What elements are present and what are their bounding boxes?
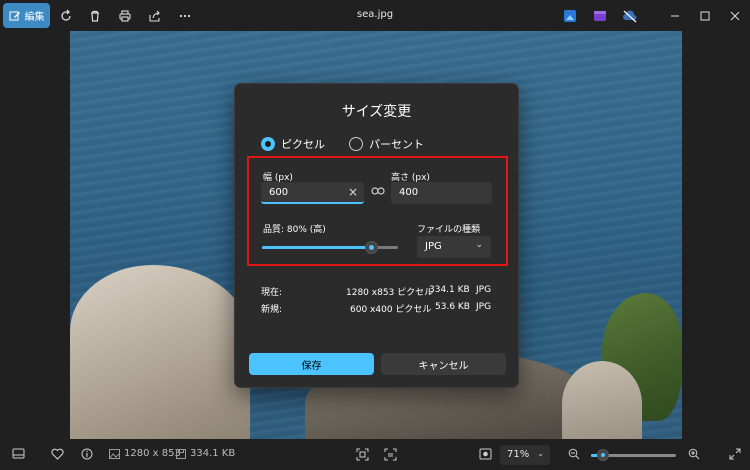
radio-selected-icon — [261, 137, 275, 151]
edit-icon — [9, 11, 20, 20]
screenshot-icon[interactable] — [479, 448, 492, 460]
current-info-row: 現在: 1280 x853 ピクセル 334.1 KB JPG — [261, 285, 493, 299]
zoom-slider-thumb[interactable] — [597, 449, 609, 461]
current-size: 334.1 KB — [429, 285, 470, 295]
new-size: 53.6 KB — [435, 302, 470, 312]
info-icon[interactable] — [81, 448, 93, 460]
delete-icon[interactable] — [86, 7, 104, 25]
new-type: JPG — [476, 302, 492, 312]
share-icon[interactable] — [146, 7, 164, 25]
dialog-title: サイズ変更 — [341, 104, 412, 120]
rotate-icon[interactable] — [57, 7, 75, 25]
width-value: 600 — [269, 187, 289, 198]
save-disk-icon — [176, 448, 186, 459]
new-label: 新規: — [261, 305, 283, 315]
zoom-value: 71% — [507, 449, 530, 460]
close-icon[interactable] — [725, 6, 745, 26]
width-input[interactable]: 600 × — [261, 182, 364, 204]
zoom-in-icon[interactable] — [688, 448, 700, 460]
clear-icon[interactable]: × — [348, 185, 358, 199]
minimize-icon[interactable] — [665, 6, 685, 26]
image-filesize: 334.1 KB — [190, 448, 236, 459]
status-bar: 1280 x 853 334.1 KB 71% ⌄ — [0, 440, 750, 470]
photo-app-icon[interactable] — [561, 7, 579, 25]
save-button[interactable]: 保存 — [249, 353, 374, 375]
print-icon[interactable] — [116, 7, 134, 25]
current-type: JPG — [476, 285, 492, 295]
cloud-off-icon[interactable] — [621, 7, 639, 25]
resize-dialog: サイズ変更 ピクセル パーセント 幅 (px) 600 × 高さ (px) 40… — [234, 83, 519, 388]
cancel-button[interactable]: キャンセル — [381, 353, 506, 375]
edit-button[interactable]: 編集 — [3, 3, 50, 28]
rock — [562, 361, 642, 439]
chevron-down-icon: ⌄ — [475, 240, 483, 250]
filesize-info: 334.1 KB — [176, 448, 235, 459]
maximize-icon[interactable] — [695, 6, 715, 26]
fit-to-window-icon[interactable] — [356, 448, 369, 461]
zoom-out-icon[interactable] — [568, 448, 580, 460]
edit-button-label: 編集 — [24, 12, 45, 23]
chevron-down-icon: ⌄ — [537, 449, 544, 458]
new-dims: 600 x400 ピクセル — [350, 305, 432, 315]
current-label: 現在: — [261, 288, 283, 298]
quality-label: 品質: 80% (高) — [263, 225, 326, 235]
zoom-dropdown[interactable]: 71% ⌄ — [500, 445, 550, 465]
rock — [70, 265, 250, 439]
radio-pixel[interactable]: ピクセル — [261, 136, 325, 152]
dimensions-info: 1280 x 853 — [109, 448, 181, 459]
more-icon[interactable] — [176, 7, 194, 25]
image-dimensions: 1280 x 853 — [124, 448, 181, 459]
radio-percent[interactable]: パーセント — [349, 136, 424, 152]
radio-percent-label: パーセント — [369, 138, 424, 151]
quality-slider[interactable] — [262, 241, 398, 254]
favorite-icon[interactable] — [51, 448, 64, 460]
quality-slider-thumb[interactable] — [365, 241, 378, 254]
current-dims: 1280 x853 ピクセル — [346, 288, 434, 298]
new-info-row: 新規: 600 x400 ピクセル 53.6 KB JPG — [261, 302, 493, 316]
filetype-label: ファイルの種類 — [417, 225, 481, 235]
radio-pixel-label: ピクセル — [281, 138, 325, 151]
height-input[interactable]: 400 — [391, 182, 492, 204]
clipchamp-icon[interactable] — [591, 7, 609, 25]
filmstrip-icon[interactable] — [12, 448, 25, 459]
filetype-value: JPG — [425, 241, 442, 252]
actual-size-icon[interactable] — [384, 448, 397, 461]
zoom-slider[interactable] — [591, 449, 676, 461]
filetype-select[interactable]: JPG ⌄ — [417, 236, 491, 258]
radio-unselected-icon — [349, 137, 363, 151]
link-icon[interactable] — [371, 186, 385, 196]
image-icon — [109, 448, 120, 459]
fullscreen-icon[interactable] — [729, 448, 741, 460]
height-value: 400 — [399, 187, 419, 198]
quality-slider-fill — [262, 246, 371, 249]
title-bar: 編集 sea.jpg — [0, 0, 750, 31]
